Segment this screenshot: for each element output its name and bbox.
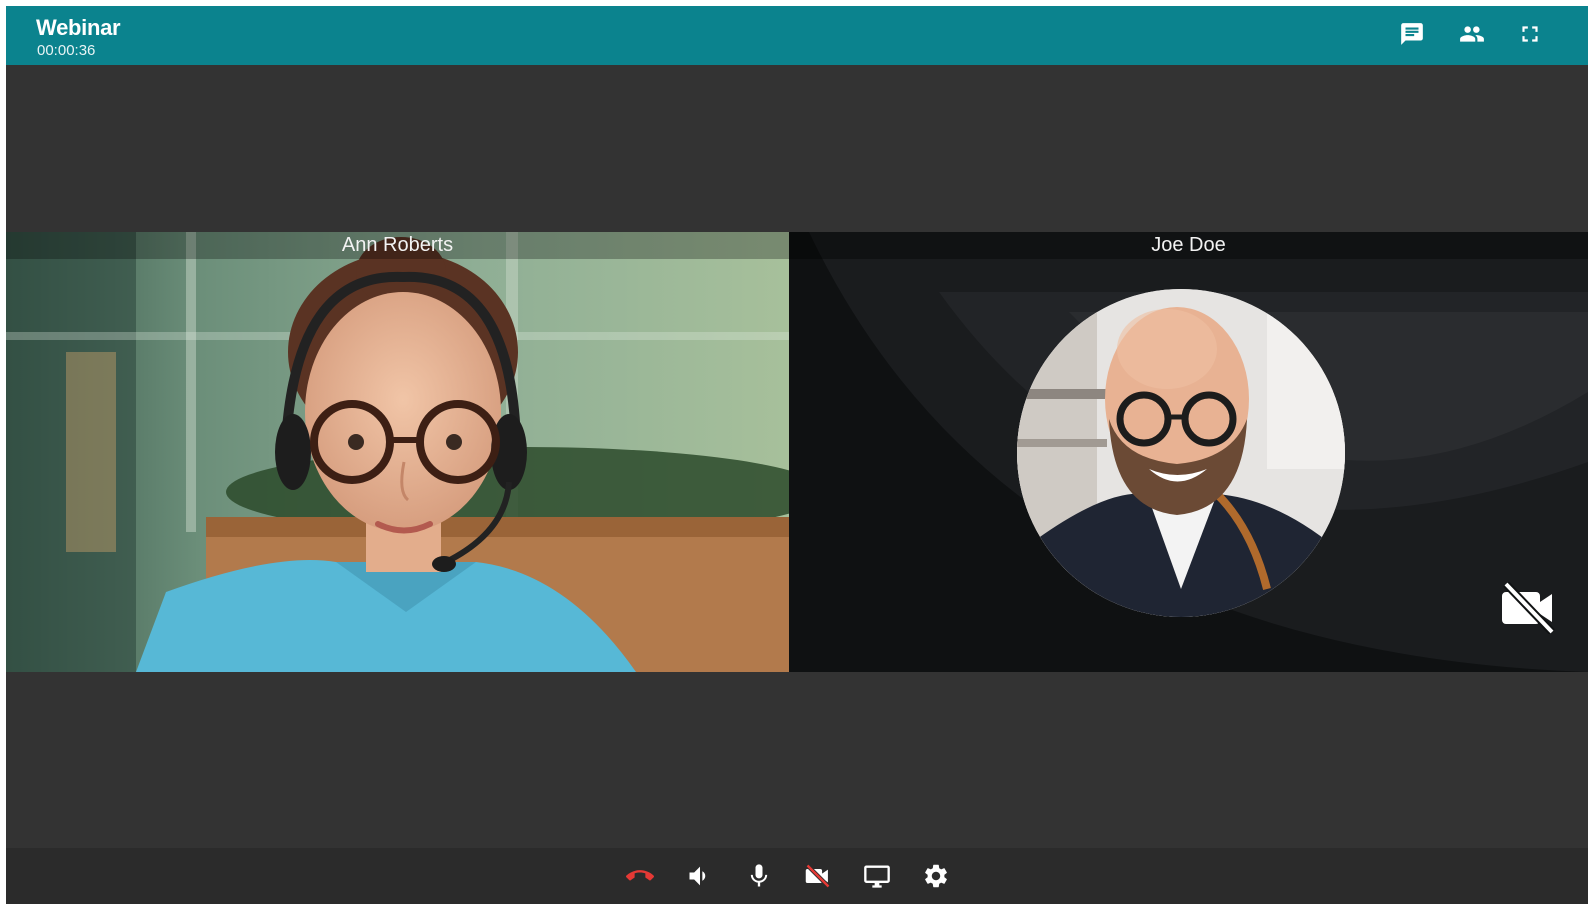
hang-up-button[interactable] — [622, 860, 658, 896]
camera-off-icon — [804, 862, 832, 895]
video-off-icon — [1502, 581, 1558, 635]
screen-share-button[interactable] — [859, 860, 895, 896]
settings-button[interactable] — [918, 860, 954, 896]
fullscreen-icon — [1517, 21, 1543, 52]
participant-tile[interactable]: Joe Doe — [789, 232, 1588, 672]
screen-share-icon — [863, 862, 891, 895]
speaker-icon — [686, 862, 714, 895]
participant-tile[interactable]: Ann Roberts — [6, 232, 789, 672]
chat-icon — [1399, 21, 1425, 52]
hang-up-icon — [625, 862, 654, 895]
settings-icon — [922, 862, 950, 895]
camera-toggle-button[interactable] — [800, 860, 836, 896]
call-toolbar — [6, 848, 1588, 904]
chat-button[interactable] — [1396, 20, 1428, 52]
top-bar: Webinar 00:00:36 — [6, 6, 1588, 65]
page-title: Webinar — [36, 15, 121, 40]
microphone-button[interactable] — [741, 860, 777, 896]
webinar-app: Webinar 00:00:36 Ann Roberts Joe Doe — [6, 6, 1588, 904]
fullscreen-button[interactable] — [1514, 20, 1546, 52]
microphone-icon — [745, 862, 773, 895]
participant-name: Joe Doe — [789, 232, 1588, 259]
call-timer: 00:00:36 — [37, 42, 96, 59]
participants-button[interactable] — [1456, 20, 1488, 52]
participants-icon — [1459, 21, 1485, 52]
video-stage: Ann Roberts Joe Doe — [6, 232, 1588, 672]
speaker-button[interactable] — [682, 860, 718, 896]
avatar — [1017, 289, 1345, 617]
participant-name: Ann Roberts — [6, 232, 789, 259]
